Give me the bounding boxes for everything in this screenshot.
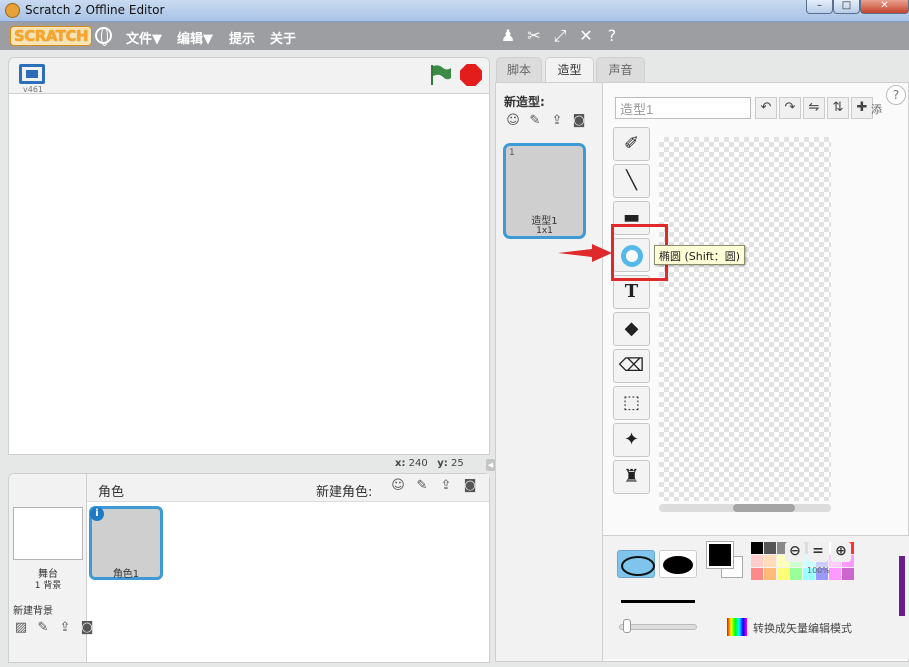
backdrop-count: 1 背景 — [34, 581, 62, 591]
paint-editor: ↶ ↷ ⇋ ⇅ ✚ 添 ✐ ╲ ▬ T ◆ ⌫ ⬚ ✦ ♜ — [602, 83, 909, 661]
shrink-icon[interactable]: ✕ — [576, 26, 596, 45]
zoom-in-icon[interactable]: ⊕ — [831, 542, 851, 562]
sprite-library-icon[interactable]: ☺ — [389, 478, 407, 494]
color-swatch-icon — [727, 618, 747, 636]
select-tool-icon[interactable]: ⬚ — [613, 386, 650, 420]
upload-sprite-icon[interactable]: ⇪ — [437, 478, 455, 494]
presentation-mode-icon[interactable] — [19, 64, 45, 84]
new-backdrop-label: 新建背景 — [13, 606, 53, 617]
magic-wand-icon[interactable]: ✦ — [613, 423, 650, 457]
eraser-icon[interactable]: ⌫ — [613, 349, 650, 383]
camera-costume-icon[interactable]: ◙ — [570, 113, 588, 129]
window-titlebar: Scratch 2 Offline Editor – □ ✕ — [0, 0, 909, 22]
green-flag-icon[interactable] — [429, 64, 453, 86]
set-center-icon[interactable]: ✚ — [851, 97, 873, 119]
redo-icon[interactable]: ↷ — [779, 97, 801, 119]
app-icon — [5, 3, 20, 18]
menu-edit[interactable]: 编辑▼ — [177, 28, 213, 47]
stage-thumbnail[interactable] — [13, 507, 83, 560]
duplicate-stamp-icon[interactable]: ♟ — [498, 26, 518, 45]
window-title: Scratch 2 Offline Editor — [25, 3, 165, 17]
mouse-coordinates: x: 240 y: 25 — [395, 458, 464, 469]
paint-canvas[interactable] — [659, 137, 831, 501]
new-costume-label: 新造型: — [504, 95, 545, 109]
costume-size: 1x1 — [536, 226, 553, 236]
minimize-button[interactable]: – — [806, 0, 833, 14]
y-value: 25 — [451, 458, 464, 469]
tab-scripts[interactable]: 脚本 — [496, 57, 542, 83]
sprite-library: 舞台 1 背景 新建背景 ▨ ✎ ⇪ ◙ 角色 新建角色: ☺ ✎ ⇪ ◙ i … — [8, 473, 490, 663]
scrollbar-thumb[interactable] — [733, 504, 795, 512]
scratch-logo[interactable]: SCRATCH — [10, 26, 93, 46]
block-help-icon[interactable]: ? — [602, 26, 622, 45]
costume-list: 新造型: ☺ ✎ ⇪ ◙ 1 造型1 1x1 — [496, 83, 596, 661]
zoom-percentage: 100% — [807, 566, 830, 575]
stage-header: v461 — [8, 57, 490, 94]
canvas-horizontal-scrollbar[interactable] — [659, 504, 831, 512]
menu-bar: SCRATCH 文件▼ 编辑▼ 提示 关于 ♟ ✂ ⤢ ✕ ? — [0, 22, 909, 50]
costume-name: 造型1 — [531, 216, 558, 227]
sprite-name: 角色1 — [112, 569, 140, 580]
convert-label: 转换成矢量编辑模式 — [753, 622, 852, 635]
tab-sounds[interactable]: 声音 — [596, 57, 645, 83]
help-button[interactable]: ? — [886, 85, 906, 105]
new-sprite-label: 新建角色: — [316, 485, 373, 500]
x-value: 240 — [408, 458, 428, 469]
paint-backdrop-icon[interactable]: ✎ — [34, 620, 52, 636]
menu-tips[interactable]: 提示 — [229, 28, 255, 47]
language-globe-icon[interactable] — [95, 27, 112, 46]
sprite-tile[interactable]: i 角色1 — [89, 506, 163, 580]
costumes-panel: 新造型: ☺ ✎ ⇪ ◙ 1 造型1 1x1 ↶ ↷ ⇋ ⇅ ✚ 添 ✐ ╲ ▬ — [495, 82, 909, 662]
stroke-width-slider-thumb[interactable] — [623, 619, 631, 633]
sprites-title: 角色 — [98, 485, 125, 500]
paint-options-panel: ⊖ = ⊕ 100% 转换成矢量编辑模式 — [603, 535, 909, 659]
stop-sign-icon[interactable] — [460, 64, 482, 86]
upload-backdrop-icon[interactable]: ⇪ — [56, 620, 74, 636]
line-tool-icon[interactable]: ╲ — [613, 164, 650, 198]
cut-scissors-icon[interactable]: ✂ — [524, 26, 544, 45]
outline-ellipse-option[interactable] — [617, 550, 655, 578]
fill-bucket-icon[interactable]: ◆ — [613, 312, 650, 346]
camera-sprite-icon[interactable]: ◙ — [461, 478, 479, 494]
stroke-width-preview — [621, 600, 695, 603]
costume-number: 1 — [509, 148, 515, 158]
upload-costume-icon[interactable]: ⇪ — [548, 113, 566, 129]
y-label: y: — [437, 458, 448, 469]
undo-icon[interactable]: ↶ — [755, 97, 777, 119]
camera-backdrop-icon[interactable]: ◙ — [78, 620, 96, 636]
tab-costumes[interactable]: 造型 — [545, 57, 594, 84]
costume-name-input[interactable] — [615, 97, 751, 119]
costume-library-icon[interactable]: ☺ — [504, 113, 522, 129]
filled-ellipse-option[interactable] — [659, 550, 697, 578]
brush-tool-icon[interactable]: ✐ — [613, 127, 650, 161]
flip-vertical-icon[interactable]: ⇅ — [827, 97, 849, 119]
flip-horizontal-icon[interactable]: ⇋ — [803, 97, 825, 119]
paint-costume-icon[interactable]: ✎ — [526, 113, 544, 129]
info-icon[interactable]: i — [90, 507, 104, 521]
collapse-stage-button[interactable]: ◀ — [486, 459, 495, 471]
primary-color-swatch[interactable] — [706, 541, 734, 569]
zoom-out-icon[interactable]: ⊖ — [785, 542, 805, 562]
grow-icon[interactable]: ⤢ — [550, 26, 570, 46]
ellipse-tooltip: 椭圆 (Shift：圆) — [654, 245, 746, 265]
red-arrow-annotation — [558, 244, 612, 262]
zoom-reset-icon[interactable]: = — [808, 542, 828, 562]
menu-about[interactable]: 关于 — [270, 28, 296, 47]
x-label: x: — [395, 458, 406, 469]
add-label: 添 — [871, 103, 882, 116]
maximize-button[interactable]: □ — [833, 0, 860, 14]
stamp-tool-icon[interactable]: ♜ — [613, 460, 650, 494]
close-window-button[interactable]: ✕ — [860, 0, 909, 14]
menu-file[interactable]: 文件▼ — [126, 28, 162, 47]
convert-to-vector-button[interactable]: 转换成矢量编辑模式 — [727, 616, 869, 638]
paint-sprite-icon[interactable]: ✎ — [413, 478, 431, 494]
costume-tile[interactable]: 1 造型1 1x1 — [503, 143, 586, 239]
backdrop-library-icon[interactable]: ▨ — [12, 620, 30, 636]
palette-scroll-indicator — [899, 556, 905, 616]
stage-column: 舞台 1 背景 新建背景 ▨ ✎ ⇪ ◙ — [9, 474, 93, 662]
stage-canvas[interactable] — [8, 93, 490, 455]
